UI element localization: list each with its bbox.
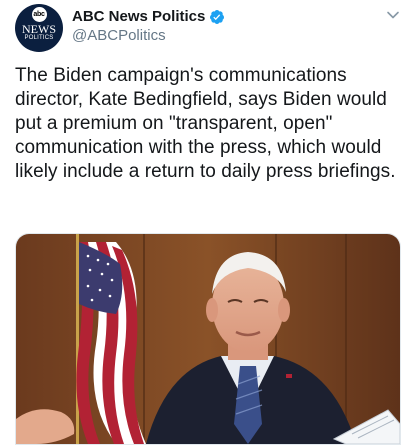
tweet-photo[interactable] bbox=[15, 233, 401, 445]
author-name-row: ABC News Politics bbox=[72, 8, 225, 25]
verified-badge-icon bbox=[210, 9, 225, 24]
tweet-text: The Biden campaign's communications dire… bbox=[15, 65, 396, 182]
tweet: abc NEWS POLITICS ABC News Politics @ABC… bbox=[0, 0, 414, 445]
author-handle[interactable]: @ABCPolitics bbox=[72, 27, 166, 44]
avatar-news-text: NEWS bbox=[22, 22, 56, 36]
chevron-down-icon[interactable] bbox=[386, 8, 400, 22]
avatar[interactable]: abc NEWS POLITICS bbox=[15, 4, 63, 52]
photo-illustration bbox=[16, 234, 400, 444]
avatar-politics-text: POLITICS bbox=[24, 35, 54, 41]
abc-logo: abc bbox=[31, 7, 47, 22]
author-display-name[interactable]: ABC News Politics bbox=[72, 8, 205, 25]
